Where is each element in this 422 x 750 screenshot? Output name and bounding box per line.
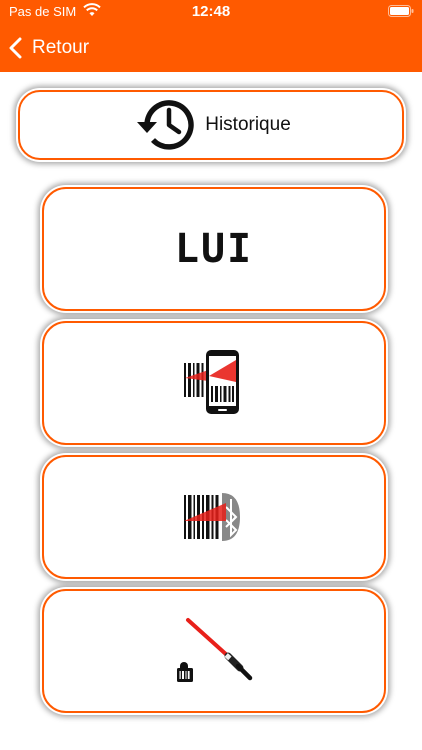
barcode-wand-icon <box>177 618 253 682</box>
status-bar: Pas de SIM 12:48 <box>0 0 422 24</box>
chevron-left-icon <box>9 37 22 59</box>
clock: 12:48 <box>191 3 231 20</box>
lui-button[interactable]: LUI <box>42 187 386 311</box>
phone-barcode-scan-icon <box>184 350 239 414</box>
wand-scanner-button[interactable] <box>42 589 386 713</box>
lui-label: LUI <box>174 226 254 272</box>
bluetooth-barcode-scan-icon <box>184 493 240 541</box>
back-button[interactable]: Retour <box>8 34 89 62</box>
history-label: Historique <box>205 114 291 135</box>
phone-scan-button[interactable] <box>42 321 386 445</box>
navigation-bar: Pas de SIM 12:48 Retour <box>0 0 422 72</box>
history-icon <box>137 100 194 150</box>
back-label: Retour <box>32 37 90 58</box>
bluetooth-scanner-button[interactable] <box>42 455 386 579</box>
battery-icon <box>388 5 414 17</box>
history-button[interactable]: Historique <box>18 90 404 160</box>
